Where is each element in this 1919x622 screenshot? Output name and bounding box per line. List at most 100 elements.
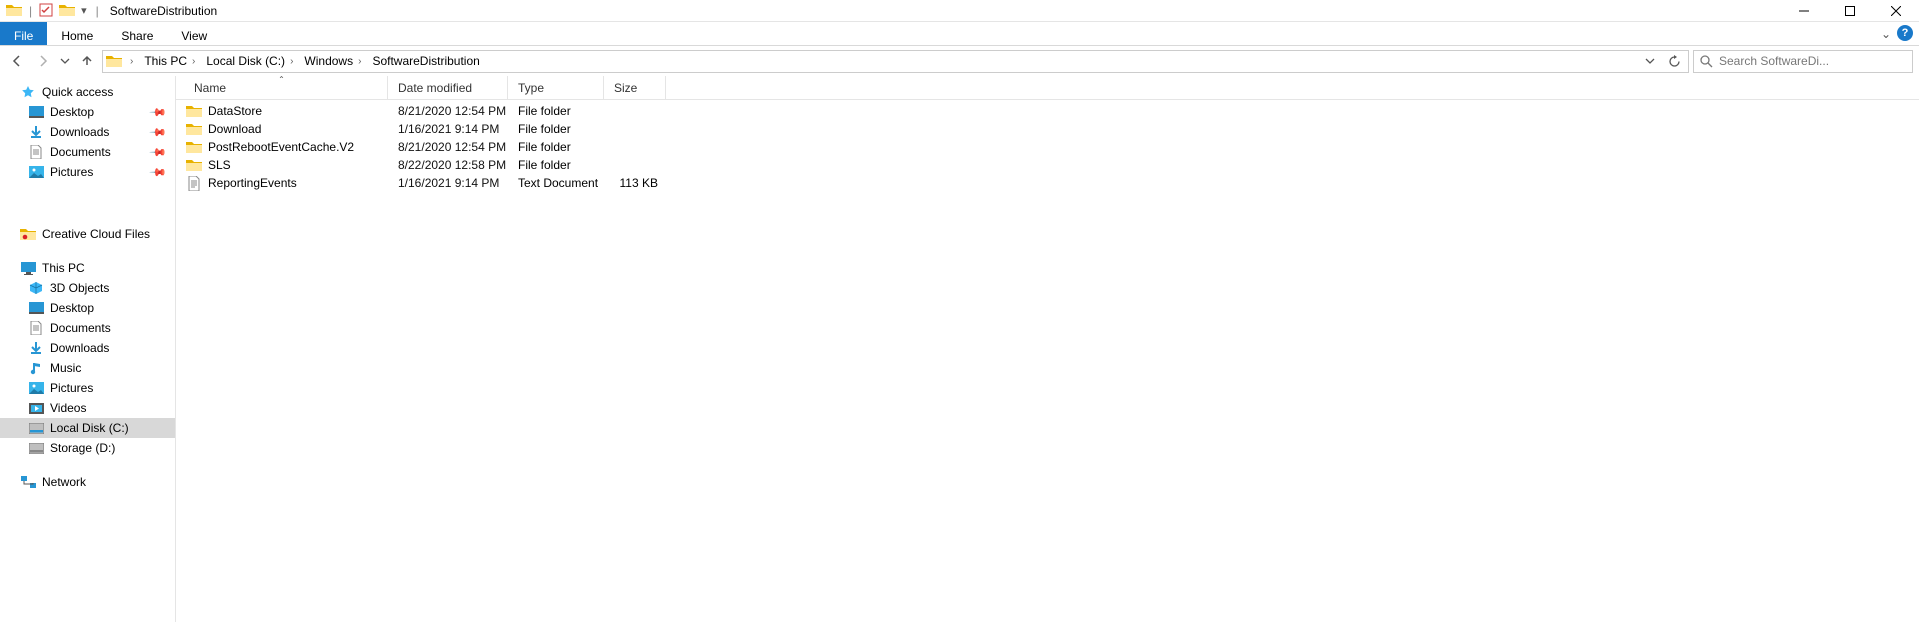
text-file-icon (186, 175, 202, 191)
file-type: File folder (508, 122, 604, 136)
drive-icon (28, 440, 44, 456)
pin-icon: 📌 (149, 103, 168, 122)
address-dropdown-button[interactable] (1638, 55, 1662, 68)
qat-dropdown-icon[interactable]: ▾ (79, 4, 89, 17)
star-icon (20, 84, 36, 100)
forward-button[interactable] (32, 50, 54, 72)
file-row[interactable]: SLS 8/22/2020 12:58 PMFile folder (176, 156, 1919, 174)
column-type[interactable]: Type (508, 76, 604, 99)
breadcrumb-windows[interactable]: Windows› (300, 54, 368, 68)
file-date: 8/21/2020 12:54 PM (388, 140, 508, 154)
minimize-button[interactable] (1781, 0, 1827, 22)
search-icon (1700, 55, 1713, 68)
navigation-pane: Quick access Desktop 📌 Downloads 📌 Docum… (0, 76, 176, 622)
nav-quick-access[interactable]: Quick access (0, 82, 175, 102)
music-icon (28, 360, 44, 376)
search-placeholder: Search SoftwareDi... (1719, 54, 1829, 68)
file-size: 113 KB (604, 176, 666, 190)
nav-documents-2[interactable]: Documents (0, 318, 175, 338)
picture-icon (28, 164, 44, 180)
nav-music[interactable]: Music (0, 358, 175, 378)
file-type: File folder (508, 104, 604, 118)
folder-icon (186, 121, 202, 137)
file-date: 1/16/2021 9:14 PM (388, 176, 508, 190)
download-icon (28, 340, 44, 356)
pin-icon: 📌 (149, 163, 168, 182)
chevron-right-icon[interactable]: › (355, 56, 364, 67)
file-row[interactable]: Download1/16/2021 9:14 PMFile folder (176, 120, 1919, 138)
drive-icon (28, 420, 44, 436)
tab-home[interactable]: Home (47, 22, 107, 45)
breadcrumb-current[interactable]: SoftwareDistribution (368, 54, 483, 68)
column-name[interactable]: Name ⌃ (176, 76, 388, 99)
folder-icon (20, 226, 36, 242)
desktop-icon (28, 300, 44, 316)
current-folder-icon (59, 3, 75, 19)
chevron-right-icon[interactable]: › (189, 56, 198, 67)
address-bar[interactable]: › This PC› Local Disk (C:)› Windows› Sof… (102, 50, 1689, 73)
file-name: Download (208, 122, 261, 136)
document-icon (28, 320, 44, 336)
separator: | (29, 4, 32, 18)
tab-file[interactable]: File (0, 22, 47, 45)
file-name: DataStore (208, 104, 262, 118)
nav-downloads-2[interactable]: Downloads (0, 338, 175, 358)
breadcrumb-local-disk[interactable]: Local Disk (C:)› (202, 54, 300, 68)
file-type: Text Document (508, 176, 604, 190)
chevron-right-icon[interactable]: › (287, 56, 296, 67)
ribbon-expand-icon[interactable]: ⌄ (1881, 27, 1891, 41)
nav-local-disk-c[interactable]: Local Disk (C:) (0, 418, 175, 438)
nav-this-pc[interactable]: This PC (0, 258, 175, 278)
help-button[interactable]: ? (1897, 25, 1913, 41)
breadcrumb-this-pc[interactable]: This PC› (140, 54, 202, 68)
nav-downloads[interactable]: Downloads 📌 (0, 122, 175, 142)
nav-3d-objects[interactable]: 3D Objects (0, 278, 175, 298)
address-row: › This PC› Local Disk (C:)› Windows› Sof… (0, 46, 1919, 76)
nav-creative-cloud[interactable]: Creative Cloud Files (0, 224, 175, 244)
nav-desktop[interactable]: Desktop 📌 (0, 102, 175, 122)
file-date: 8/21/2020 12:54 PM (388, 104, 508, 118)
file-row[interactable]: PostRebootEventCache.V2 8/21/2020 12:54 P… (176, 138, 1919, 156)
column-headers: Name ⌃ Date modified Type Size (176, 76, 1919, 100)
separator: | (96, 4, 99, 18)
tab-share[interactable]: Share (107, 22, 167, 45)
nav-videos[interactable]: Videos (0, 398, 175, 418)
cube-icon (28, 280, 44, 296)
close-button[interactable] (1873, 0, 1919, 22)
search-input[interactable]: Search SoftwareDi... (1693, 50, 1913, 73)
file-type: File folder (508, 158, 604, 172)
nav-pictures-2[interactable]: Pictures (0, 378, 175, 398)
column-size[interactable]: Size (604, 76, 666, 99)
file-name: PostRebootEventCache.V2 (208, 140, 354, 154)
pin-icon: 📌 (149, 143, 168, 162)
nav-pictures[interactable]: Pictures 📌 (0, 162, 175, 182)
download-icon (28, 124, 44, 140)
network-icon (20, 474, 36, 490)
nav-documents[interactable]: Documents 📌 (0, 142, 175, 162)
up-button[interactable] (76, 50, 98, 72)
recent-locations-button[interactable] (58, 50, 72, 72)
nav-storage-d[interactable]: Storage (D:) (0, 438, 175, 458)
refresh-button[interactable] (1662, 55, 1686, 68)
pin-icon: 📌 (149, 123, 168, 142)
column-date[interactable]: Date modified (388, 76, 508, 99)
document-icon (28, 144, 44, 160)
tab-view[interactable]: View (167, 22, 221, 45)
file-row[interactable]: DataStore 8/21/2020 12:54 PMFile folder (176, 102, 1919, 120)
desktop-icon (28, 104, 44, 120)
file-name: SLS (208, 158, 231, 172)
folder-icon (186, 157, 202, 173)
file-date: 8/22/2020 12:58 PM (388, 158, 508, 172)
video-icon (28, 400, 44, 416)
nav-desktop-2[interactable]: Desktop (0, 298, 175, 318)
file-type: File folder (508, 140, 604, 154)
picture-icon (28, 380, 44, 396)
file-row[interactable]: ReportingEvents1/16/2021 9:14 PMText Doc… (176, 174, 1919, 192)
back-button[interactable] (6, 50, 28, 72)
sort-indicator-icon: ⌃ (278, 75, 285, 84)
chevron-right-icon[interactable]: › (127, 56, 136, 67)
folder-icon (6, 3, 22, 19)
nav-network[interactable]: Network (0, 472, 175, 492)
maximize-button[interactable] (1827, 0, 1873, 22)
properties-icon[interactable] (39, 3, 55, 19)
